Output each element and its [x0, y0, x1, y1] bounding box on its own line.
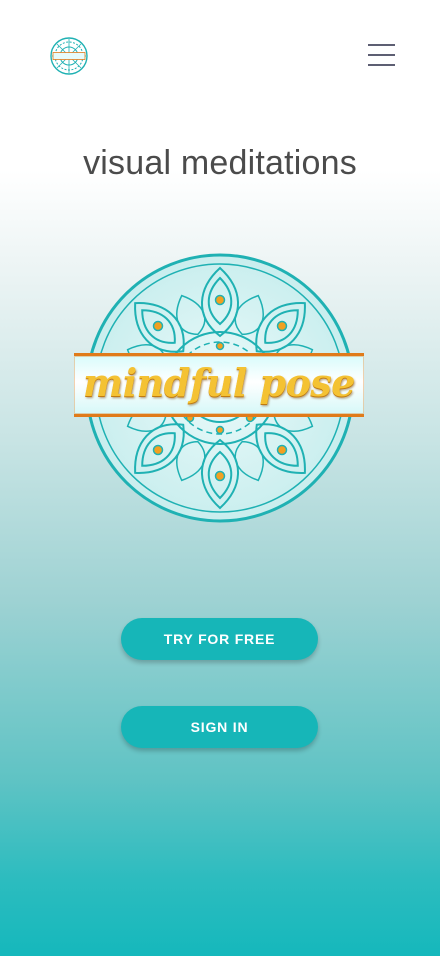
header-logo[interactable] — [50, 37, 88, 75]
logo-wordmark: mindful pose — [83, 360, 355, 405]
menu-bar-bottom — [368, 64, 395, 66]
sign-in-button[interactable]: SIGN IN — [121, 706, 318, 748]
menu-bar-top — [368, 44, 395, 46]
menu-button[interactable] — [366, 42, 398, 70]
mandala-logo-icon — [50, 37, 88, 75]
page-title: visual meditations — [83, 144, 357, 182]
menu-bar-middle — [368, 54, 395, 56]
try-for-free-button[interactable]: TRY FOR FREE — [121, 618, 318, 660]
logo-banner: mindful pose — [74, 353, 364, 417]
